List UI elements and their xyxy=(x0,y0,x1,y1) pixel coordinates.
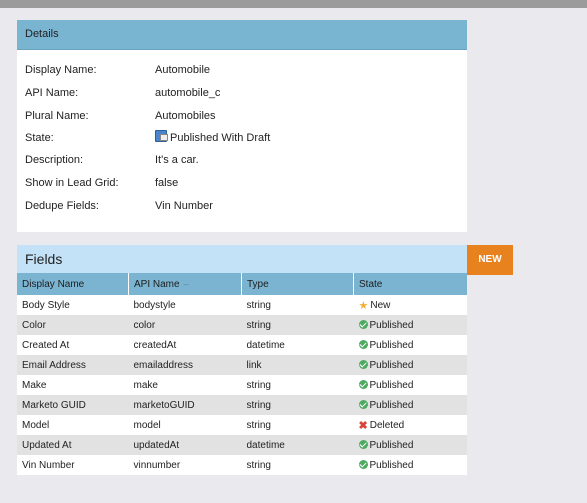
table-row[interactable]: Vin Number vinnumber string Published xyxy=(17,455,467,475)
table-header-row: Display Name API Name – Type State xyxy=(17,273,467,295)
fields-table: Display Name API Name – Type State Body S… xyxy=(17,273,467,475)
state-label: Published xyxy=(369,439,414,451)
sort-indicator-icon: – xyxy=(183,278,189,289)
cell-state: Published xyxy=(353,375,467,395)
cell-display-name: Make xyxy=(17,375,129,395)
table-row[interactable]: Make make string Published xyxy=(17,375,467,395)
detail-label: Dedupe Fields: xyxy=(25,200,99,212)
cell-api-name: make xyxy=(128,375,242,395)
state-label: New xyxy=(370,299,391,311)
check-circle-icon xyxy=(358,459,368,469)
cell-state: ★ New xyxy=(353,295,467,315)
cell-type: string xyxy=(241,295,354,315)
cell-type: datetime xyxy=(241,335,354,355)
state-label: Deleted xyxy=(369,419,405,431)
detail-state-value: Published With Draft xyxy=(155,130,270,146)
detail-value: automobile_c xyxy=(155,87,221,99)
state-label: Published xyxy=(369,379,414,391)
detail-label: Description: xyxy=(25,154,84,166)
check-circle-icon xyxy=(358,399,368,409)
details-header: Details xyxy=(17,20,467,50)
cell-state: Published xyxy=(353,335,467,355)
table-row[interactable]: Body Style bodystyle string ★ New xyxy=(17,295,467,315)
cell-display-name: Updated At xyxy=(17,435,129,455)
table-row[interactable]: Marketo GUID marketoGUID string Publishe… xyxy=(17,395,467,415)
x-icon: ✖ xyxy=(358,419,368,432)
detail-label: State: xyxy=(25,132,54,144)
cell-api-name: vinnumber xyxy=(128,455,242,475)
detail-value: Automobiles xyxy=(155,110,216,122)
table-row[interactable]: Color color string Published xyxy=(17,315,467,335)
cell-api-name: marketoGUID xyxy=(128,395,242,415)
new-field-button[interactable]: NEW xyxy=(467,245,513,275)
cell-api-name: createdAt xyxy=(128,335,242,355)
check-circle-icon xyxy=(358,319,368,329)
top-bar xyxy=(0,0,587,8)
cell-type: datetime xyxy=(241,435,354,455)
fields-panel: Fields Display Name API Name – Type State… xyxy=(17,245,467,475)
state-label: Published xyxy=(369,339,414,351)
cell-api-name: model xyxy=(128,415,242,435)
cell-display-name: Body Style xyxy=(17,295,129,315)
cell-api-name: emailaddress xyxy=(128,355,242,375)
column-header-label: API Name xyxy=(134,278,180,290)
column-header-state[interactable]: State xyxy=(353,273,467,295)
details-panel: Details Display Name: Automobile API Nam… xyxy=(17,20,467,232)
column-header-api-name[interactable]: API Name – xyxy=(128,273,242,295)
published-with-draft-icon xyxy=(155,130,168,142)
detail-label: API Name: xyxy=(25,87,79,99)
check-circle-icon xyxy=(358,379,368,389)
detail-label: Show in Lead Grid: xyxy=(25,177,119,189)
cell-type: string xyxy=(241,455,354,475)
cell-state: Published xyxy=(353,395,467,415)
detail-label: Display Name: xyxy=(25,64,97,76)
table-row[interactable]: Model model string ✖ Deleted xyxy=(17,415,467,435)
column-header-display-name[interactable]: Display Name xyxy=(17,273,129,295)
cell-state: ✖ Deleted xyxy=(353,415,467,435)
cell-type: string xyxy=(241,375,354,395)
cell-display-name: Email Address xyxy=(17,355,129,375)
column-header-type[interactable]: Type xyxy=(241,273,354,295)
cell-api-name: color xyxy=(128,315,242,335)
cell-type: string xyxy=(241,395,354,415)
cell-api-name: updatedAt xyxy=(128,435,242,455)
cell-display-name: Model xyxy=(17,415,129,435)
detail-value: false xyxy=(155,177,179,189)
cell-display-name: Marketo GUID xyxy=(17,395,129,415)
cell-type: link xyxy=(241,355,354,375)
check-circle-icon xyxy=(358,339,368,349)
cell-display-name: Vin Number xyxy=(17,455,129,475)
table-row[interactable]: Created At createdAt datetime Published xyxy=(17,335,467,355)
detail-value: Published With Draft xyxy=(170,132,271,144)
detail-value: Automobile xyxy=(155,64,211,76)
cell-display-name: Created At xyxy=(17,335,129,355)
cell-state: Published xyxy=(353,355,467,375)
cell-api-name: bodystyle xyxy=(128,295,242,315)
star-icon: ★ xyxy=(358,299,369,312)
check-circle-icon xyxy=(358,439,368,449)
check-circle-icon xyxy=(358,359,368,369)
table-row[interactable]: Email Address emailaddress link Publishe… xyxy=(17,355,467,375)
cell-state: Published xyxy=(353,455,467,475)
table-row[interactable]: Updated At updatedAt datetime Published xyxy=(17,435,467,455)
state-label: Published xyxy=(369,359,414,371)
state-label: Published xyxy=(369,399,414,411)
detail-value: It's a car. xyxy=(155,154,199,166)
cell-type: string xyxy=(241,315,354,335)
state-label: Published xyxy=(369,319,414,331)
cell-state: Published xyxy=(353,315,467,335)
cell-type: string xyxy=(241,415,354,435)
cell-state: Published xyxy=(353,435,467,455)
detail-value: Vin Number xyxy=(155,200,213,212)
fields-header: Fields xyxy=(17,245,467,273)
state-label: Published xyxy=(369,459,414,471)
cell-display-name: Color xyxy=(17,315,129,335)
detail-label: Plural Name: xyxy=(25,110,89,122)
